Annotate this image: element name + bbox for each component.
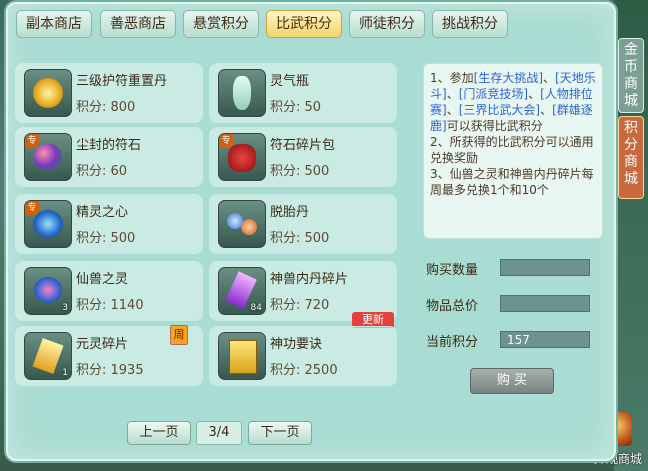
- prev-page-button[interactable]: 上一页: [127, 421, 191, 445]
- item-price: 积分: 500: [270, 231, 330, 246]
- rule-text: 、: [543, 71, 556, 85]
- tab-bounty-points[interactable]: 悬赏积分: [183, 10, 259, 38]
- total-price-field: [500, 295, 590, 312]
- item-name: 脱胎丹: [270, 205, 310, 220]
- item-name: 三级护符重置丹: [76, 74, 168, 89]
- item-name: 精灵之心: [76, 205, 129, 220]
- gold-shard-icon: 1: [24, 332, 72, 380]
- item-name: 灵气瓶: [270, 74, 310, 89]
- tab-challenge-points[interactable]: 挑战积分: [432, 10, 508, 38]
- shop-item[interactable]: 专 精灵之心 积分: 500: [15, 194, 203, 254]
- rule-text: 2、所获得的比武积分可以通用兑换奖励: [430, 135, 594, 165]
- quantity-label: 购买数量: [426, 263, 479, 278]
- shop-item[interactable]: 3 仙兽之灵 积分: 1140: [15, 261, 203, 321]
- tab-karma-shop[interactable]: 善恶商店: [100, 10, 176, 38]
- page-indicator: 3/4: [196, 421, 242, 445]
- tab-dungeon-shop[interactable]: 副本商店: [16, 10, 92, 38]
- pouch-icon: 专: [218, 133, 266, 181]
- shop-item[interactable]: 1 元灵碎片 积分: 1935 周: [15, 325, 203, 386]
- item-price: 积分: 50: [270, 100, 322, 115]
- crystal-shard-icon: 84: [218, 267, 266, 315]
- rule-text: 、: [540, 103, 553, 117]
- buy-button[interactable]: 购 买: [470, 368, 554, 394]
- rule-text: 可以获得比武积分: [446, 119, 543, 133]
- current-points-field: 157: [500, 331, 590, 348]
- exchange-rules: 1、参加[生存大挑战]、[天地乐斗]、[门派竞技场]、[人物排位赛]、[三界比武…: [423, 63, 603, 239]
- next-page-button[interactable]: 下一页: [248, 421, 312, 445]
- exclusive-tag: 专: [25, 134, 39, 148]
- item-price: 积分: 1140: [76, 298, 144, 313]
- item-name: 仙兽之灵: [76, 272, 129, 287]
- weekly-badge: 周: [170, 325, 188, 345]
- tab-arena-points[interactable]: 比武积分: [266, 10, 342, 38]
- item-name: 神功要诀: [270, 337, 323, 352]
- beast-spirit-icon: 3: [24, 267, 72, 315]
- event-link[interactable]: [门派竞技场]: [459, 87, 528, 101]
- pill-orbs-icon: [218, 200, 266, 248]
- item-price: 积分: 500: [76, 231, 136, 246]
- event-link[interactable]: [三界比武大会]: [459, 103, 540, 117]
- gold-shop-tab[interactable]: 金币商城: [618, 38, 644, 113]
- item-price: 积分: 720: [270, 298, 330, 313]
- shop-item[interactable]: 84 神兽内丹碎片 积分: 720 更新: [209, 261, 397, 328]
- spirit-heart-icon: 专: [24, 200, 72, 248]
- item-name: 尘封的符石: [76, 138, 142, 153]
- quantity-input[interactable]: [500, 259, 590, 276]
- item-name: 元灵碎片: [76, 337, 129, 352]
- item-price: 积分: 800: [76, 100, 136, 115]
- item-price: 积分: 1935: [76, 363, 144, 378]
- event-link[interactable]: [生存大挑战]: [474, 71, 543, 85]
- exclusive-tag: 专: [219, 134, 233, 148]
- shop-item[interactable]: 专 尘封的符石 积分: 60: [15, 127, 203, 187]
- item-price: 积分: 500: [270, 164, 330, 179]
- exclusive-tag: 专: [25, 201, 39, 215]
- shop-item[interactable]: 脱胎丹 积分: 500: [209, 194, 397, 254]
- points-shop-tab[interactable]: 积分商城: [618, 116, 644, 199]
- shop-item[interactable]: 专 符石碎片包 积分: 500: [209, 127, 397, 187]
- rule-text: 、: [446, 103, 459, 117]
- item-price: 积分: 2500: [270, 363, 338, 378]
- rule-text: 1、参加: [430, 71, 474, 85]
- rule-text: 3、仙兽之灵和神兽内丹碎片每周最多兑换1个和10个: [430, 167, 594, 197]
- rule-text: 、: [446, 87, 459, 101]
- gold-amulet-icon: [24, 69, 72, 117]
- shop-item[interactable]: 神功要诀 积分: 2500: [209, 326, 397, 386]
- shop-item[interactable]: 灵气瓶 积分: 50: [209, 63, 397, 123]
- vase-icon: [218, 69, 266, 117]
- item-quantity: 1: [62, 368, 68, 378]
- tab-mentor-points[interactable]: 师徒积分: [349, 10, 425, 38]
- gem-stone-icon: 专: [24, 133, 72, 181]
- rule-text: 、: [528, 87, 541, 101]
- item-name: 符石碎片包: [270, 138, 336, 153]
- item-name: 神兽内丹碎片: [270, 272, 349, 287]
- shop-item[interactable]: 三级护符重置丹 积分: 800: [15, 63, 203, 123]
- scroll-book-icon: [218, 332, 266, 380]
- item-quantity: 3: [62, 303, 68, 313]
- total-price-label: 物品总价: [426, 299, 479, 314]
- item-quantity: 84: [250, 303, 262, 313]
- current-points-label: 当前积分: [426, 335, 479, 350]
- item-price: 积分: 60: [76, 164, 128, 179]
